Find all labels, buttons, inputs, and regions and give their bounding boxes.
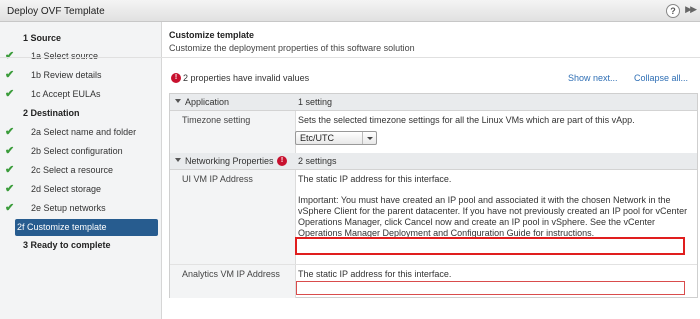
- check-icon: ✔: [5, 88, 15, 100]
- step-2c-select-a-resource[interactable]: ✔ 2c Select a resource: [0, 162, 162, 179]
- window-title: Deploy OVF Template: [7, 6, 105, 17]
- help-icon[interactable]: ?: [666, 4, 680, 18]
- properties-grid: Application 1 setting Timezone setting S…: [169, 93, 698, 298]
- analytics-vm-ip-input[interactable]: [296, 281, 685, 295]
- timezone-select[interactable]: Etc/UTC: [295, 131, 377, 145]
- collapse-all-link[interactable]: Collapse all...: [634, 73, 688, 83]
- step-2d-select-storage[interactable]: ✔ 2d Select storage: [0, 181, 162, 198]
- invalid-values-message: 2 properties have invalid values: [183, 73, 310, 83]
- step-3-ready-to-complete[interactable]: 3 Ready to complete: [0, 237, 162, 254]
- expand-icon[interactable]: ▶▶: [685, 4, 697, 15]
- window-titlebar: Deploy OVF Template ? ▶▶: [0, 0, 700, 22]
- check-icon: ✔: [5, 69, 15, 81]
- step-1b-review-details[interactable]: ✔ 1b Review details: [0, 67, 162, 84]
- page-title: Customize template: [169, 30, 255, 40]
- prop-ui-vm-ip-address: UI VM IP Address The static IP address f…: [170, 170, 697, 264]
- check-icon: ✔: [5, 183, 15, 195]
- step-2-destination[interactable]: 2 Destination: [0, 105, 162, 122]
- check-icon: ✔: [5, 202, 15, 214]
- collapse-caret-icon[interactable]: [175, 158, 181, 162]
- step-2f-customize-template[interactable]: 2f Customize template: [15, 219, 158, 236]
- prop-timezone-setting: Timezone setting Sets the selected timez…: [170, 111, 697, 153]
- group-application[interactable]: Application 1 setting: [170, 94, 697, 111]
- step-2a-select-name-and-folder[interactable]: ✔ 2a Select name and folder: [0, 124, 162, 141]
- error-icon: !: [277, 156, 287, 166]
- prop-analytics-vm-ip-address: Analytics VM IP Address The static IP ad…: [170, 264, 697, 298]
- page-subtitle: Customize the deployment properties of t…: [169, 43, 415, 53]
- check-icon: ✔: [5, 164, 15, 176]
- chevron-down-icon[interactable]: [362, 132, 376, 144]
- ui-vm-ip-input[interactable]: [295, 237, 685, 255]
- step-2b-select-configuration[interactable]: ✔ 2b Select configuration: [0, 143, 162, 160]
- header-divider: [0, 57, 700, 58]
- step-1-source[interactable]: 1 Source: [0, 30, 162, 47]
- error-icon: !: [171, 73, 181, 83]
- check-icon: ✔: [5, 145, 15, 157]
- show-next-link[interactable]: Show next...: [568, 73, 618, 83]
- group-networking-properties[interactable]: Networking Properties ! 2 settings: [170, 153, 697, 170]
- wizard-steps-sidebar: 1 Source ✔ 1a Select source ✔ 1b Review …: [0, 22, 162, 319]
- collapse-caret-icon[interactable]: [175, 99, 181, 103]
- check-icon: ✔: [5, 126, 15, 138]
- main-content: Customize template Customize the deploym…: [0, 22, 700, 319]
- step-2e-setup-networks[interactable]: ✔ 2e Setup networks: [0, 200, 162, 217]
- step-1c-accept-eulas[interactable]: ✔ 1c Accept EULAs: [0, 86, 162, 103]
